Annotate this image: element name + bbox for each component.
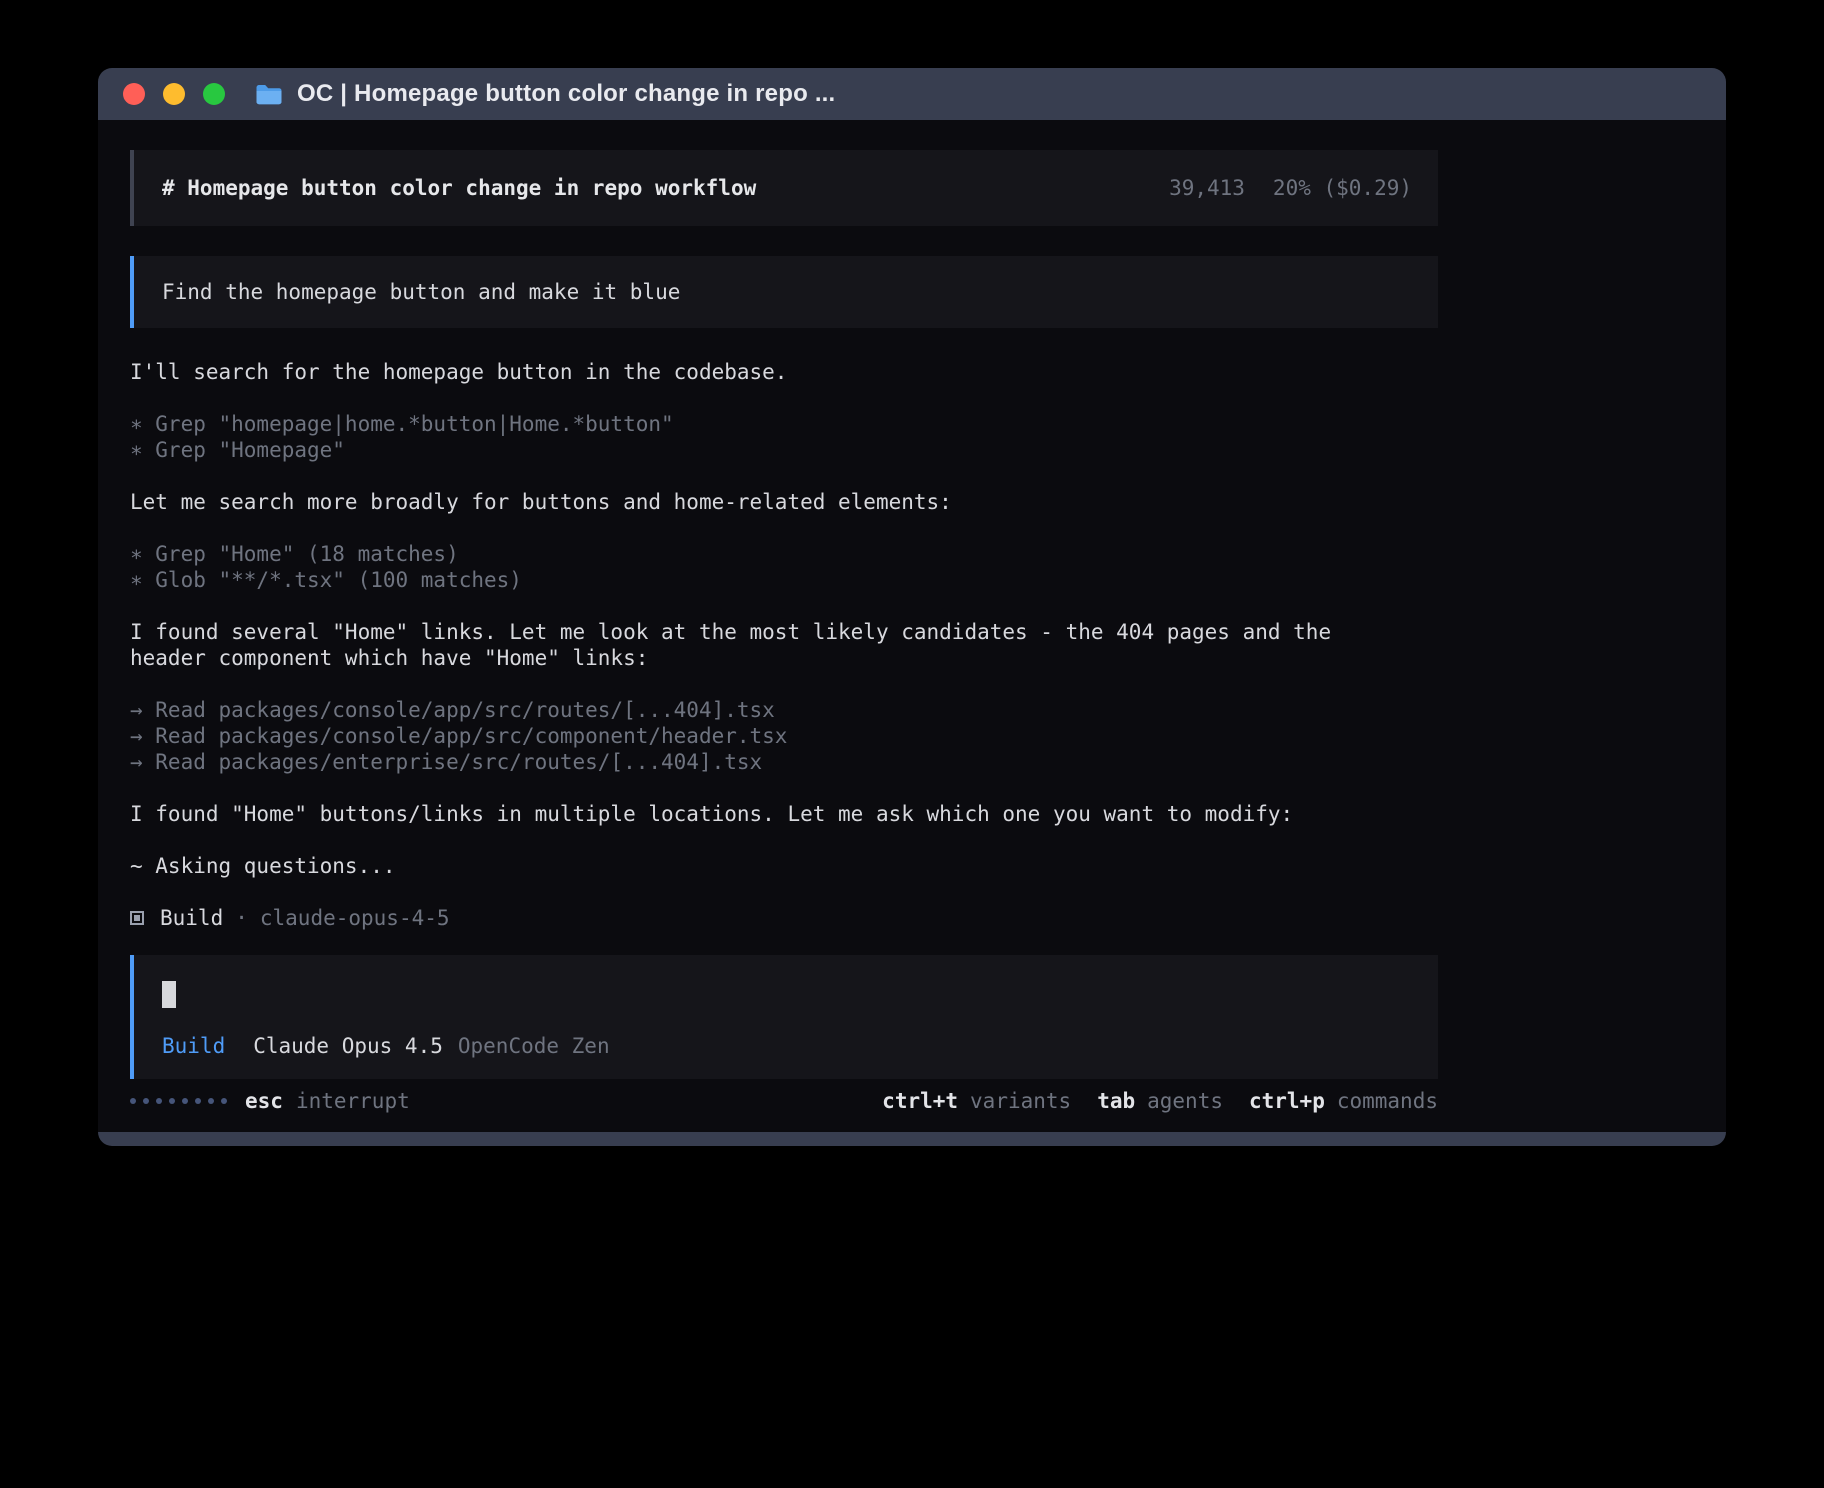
status-bar: esc interrupt ctrl+t variants tab agents… [130,1088,1438,1114]
esc-action-label: interrupt [296,1088,410,1114]
tool-call-grep: ∗ Grep "Home" (18 matches) [130,541,1400,567]
app-window: OC | Homepage button color change in rep… [98,68,1726,1146]
model-indicator[interactable]: Claude Opus 4.5 [253,1033,443,1059]
provider-indicator: OpenCode Zen [458,1033,610,1059]
assistant-text: I found "Home" buttons/links in multiple… [130,801,1400,827]
input-footer: Build Claude Opus 4.5 OpenCode Zen [162,1033,1410,1059]
traffic-lights [123,83,225,105]
ctrl-p-key-hint: ctrl+p [1249,1088,1325,1114]
titlebar[interactable]: OC | Homepage button color change in rep… [98,68,1726,120]
minimize-button[interactable] [163,83,185,105]
context-usage: 20% ($0.29) [1273,175,1412,201]
session-meta: 39,413 20% ($0.29) [1169,175,1412,201]
close-button[interactable] [123,83,145,105]
square-dot-icon [130,911,144,925]
hint-commands: ctrl+p commands [1249,1088,1438,1114]
agents-label: agents [1147,1088,1223,1114]
hint-agents: tab agents [1097,1088,1223,1114]
prompt-input[interactable]: Build Claude Opus 4.5 OpenCode Zen [130,955,1438,1079]
session-header: # Homepage button color change in repo w… [130,150,1438,226]
zoom-button[interactable] [203,83,225,105]
statusbar-right: ctrl+t variants tab agents ctrl+p comman… [882,1088,1438,1114]
window-title: OC | Homepage button color change in rep… [297,80,835,108]
commands-label: commands [1337,1088,1438,1114]
separator-dot: · [235,905,248,931]
user-message: Find the homepage button and make it blu… [130,256,1438,328]
tool-call-read: → Read packages/console/app/src/routes/[… [130,697,1400,723]
token-count: 39,413 [1169,175,1245,201]
tab-key-hint: tab [1097,1088,1135,1114]
text-cursor [162,981,176,1008]
ctrl-t-key-hint: ctrl+t [882,1088,958,1114]
assistant-text: I found several "Home" links. Let me loo… [130,619,1400,671]
tool-call-group: ∗ Grep "homepage|home.*button|Home.*butt… [130,411,1400,463]
tool-call-group: → Read packages/console/app/src/routes/[… [130,697,1400,775]
agent-status-line: Build · claude-opus-4-5 [130,905,1400,931]
tool-call-glob: ∗ Glob "**/*.tsx" (100 matches) [130,567,1400,593]
statusbar-left: esc interrupt [130,1088,410,1114]
tool-call-read: → Read packages/console/app/src/componen… [130,723,1400,749]
hint-variants: ctrl+t variants [882,1088,1071,1114]
tool-call-grep: ∗ Grep "homepage|home.*button|Home.*butt… [130,411,1400,437]
assistant-text: Let me search more broadly for buttons a… [130,489,1400,515]
assistant-text: I'll search for the homepage button in t… [130,359,1400,385]
tool-call-group: ∗ Grep "Home" (18 matches) ∗ Glob "**/*.… [130,541,1400,593]
variants-label: variants [970,1088,1071,1114]
agent-model: claude-opus-4-5 [260,905,450,931]
mode-indicator[interactable]: Build [162,1033,225,1059]
tool-call-grep: ∗ Grep "Homepage" [130,437,1400,463]
assistant-status-text: ~ Asking questions... [130,853,1400,879]
folder-icon [255,83,283,106]
assistant-output: I'll search for the homepage button in t… [130,359,1400,931]
tool-call-read: → Read packages/enterprise/src/routes/[.… [130,749,1400,775]
spinner-dots-icon [130,1098,227,1104]
agent-name: Build [160,905,223,931]
terminal-body: # Homepage button color change in repo w… [98,120,1726,1132]
esc-key-hint: esc [245,1088,283,1114]
session-title: # Homepage button color change in repo w… [162,175,756,201]
